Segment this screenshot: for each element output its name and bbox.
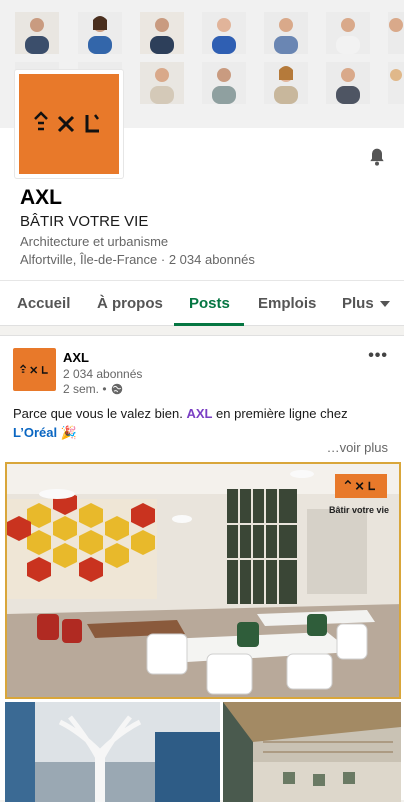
post-text-prefix: Parce que vous le valez bien.	[13, 406, 187, 421]
post-mention-axl[interactable]: AXL	[186, 406, 212, 421]
more-icon[interactable]: •••	[368, 347, 388, 365]
overlay-tagline: Bâtir votre vie	[328, 505, 389, 515]
party-emoji: 🎉	[60, 425, 77, 440]
tab-posts[interactable]: Posts	[189, 295, 230, 312]
post-text: Parce que vous le valez bien. AXL en pre…	[13, 404, 393, 442]
post-image-main[interactable]: Bâtir votre vie	[5, 462, 401, 699]
caret-down-icon	[379, 301, 390, 308]
tree-hall-illustration	[5, 702, 220, 802]
post-image-2[interactable]	[5, 702, 220, 802]
overlay-logo	[335, 474, 387, 498]
dining-hall-illustration	[223, 702, 401, 802]
post-author-logo[interactable]	[13, 348, 56, 391]
cafeteria-illustration	[7, 464, 399, 697]
bell-icon[interactable]	[367, 147, 387, 167]
tab-accueil[interactable]: Accueil	[17, 295, 70, 312]
post-author-followers: 2 034 abonnés	[63, 367, 143, 381]
post-text-mid: en première ligne chez	[212, 406, 348, 421]
post-time-text: 2 sem. •	[63, 382, 107, 396]
company-tabs: Accueil À propos Posts Emplois Plus	[0, 280, 404, 326]
company-name[interactable]: AXL	[20, 186, 62, 210]
company-tagline: BÂTIR VOTRE VIE	[20, 213, 149, 230]
active-tab-indicator	[174, 323, 244, 326]
see-more-link[interactable]: …voir plus	[327, 440, 388, 455]
company-logo[interactable]	[15, 70, 123, 178]
post-author-name[interactable]: AXL	[63, 350, 89, 365]
post-card: AXL 2 034 abonnés 2 sem. • ••• Parce que…	[0, 335, 404, 802]
tab-plus[interactable]: Plus	[342, 295, 390, 312]
tab-plus-label: Plus	[342, 295, 374, 312]
tab-a-propos[interactable]: À propos	[97, 295, 163, 312]
post-timestamp: 2 sem. •	[63, 382, 123, 396]
tab-emplois[interactable]: Emplois	[258, 295, 316, 312]
company-industry: Architecture et urbanisme	[20, 234, 169, 249]
post-image-3[interactable]	[223, 702, 401, 802]
axl-logo-mark-overlay	[344, 479, 375, 491]
post-mention-loreal[interactable]: L’Oréal	[13, 425, 57, 440]
globe-icon	[111, 383, 122, 395]
axl-logo-mark-small	[19, 363, 48, 374]
axl-logo-mark	[34, 111, 99, 133]
company-location-followers: Alfortville, Île-de-France · 2 034 abonn…	[20, 252, 255, 267]
